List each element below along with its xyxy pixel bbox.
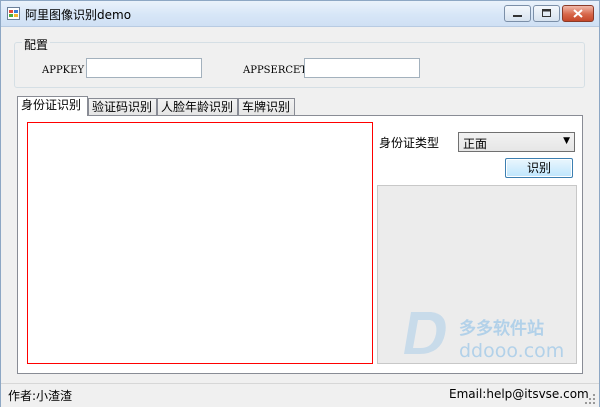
maximize-button[interactable] — [533, 5, 560, 22]
author-text: 作者:小渣渣 — [8, 389, 73, 403]
appsercet-input[interactable] — [304, 58, 420, 78]
appkey-label: APPKEY — [42, 65, 85, 76]
minimize-button[interactable] — [504, 5, 531, 22]
title-bar[interactable]: 阿里图像识别demo — [1, 1, 599, 27]
close-icon — [573, 9, 583, 18]
tab-idcard[interactable]: 身份证识别 — [17, 96, 88, 116]
watermark-domain: ddooo.com — [459, 340, 564, 362]
recognize-button[interactable]: 识别 — [505, 158, 573, 178]
appsercet-label: APPSERCET — [243, 65, 307, 76]
idcard-type-value: 正面 — [463, 137, 488, 151]
close-button[interactable] — [562, 5, 594, 22]
watermark: 多多软件站 ddooo.com — [404, 312, 564, 362]
app-window: 阿里图像识别demo 配置 APPKEY APPSERCET 身份证识别 验证码… — [0, 0, 600, 407]
idcard-type-label: 身份证类型 — [379, 136, 440, 150]
tab-license-plate[interactable]: 车牌识别 — [238, 98, 295, 115]
minimize-icon — [513, 15, 522, 17]
config-group-title: 配置 — [22, 36, 51, 53]
appkey-input[interactable] — [86, 58, 202, 78]
idcard-type-select[interactable]: 正面 ▼ — [458, 132, 575, 152]
maximize-icon — [542, 9, 551, 17]
watermark-logo-icon — [404, 312, 446, 354]
chevron-down-icon: ▼ — [563, 136, 570, 146]
resize-grip-icon[interactable] — [584, 393, 596, 405]
app-icon — [7, 7, 20, 20]
tab-captcha[interactable]: 验证码识别 — [88, 98, 157, 115]
image-drop-area[interactable] — [27, 122, 373, 364]
window-title: 阿里图像识别demo — [25, 8, 132, 22]
email-text: Email:help@itsvse.com — [449, 387, 589, 401]
watermark-brand: 多多软件站 — [459, 318, 544, 339]
tab-face-age[interactable]: 人脸年龄识别 — [157, 98, 238, 115]
